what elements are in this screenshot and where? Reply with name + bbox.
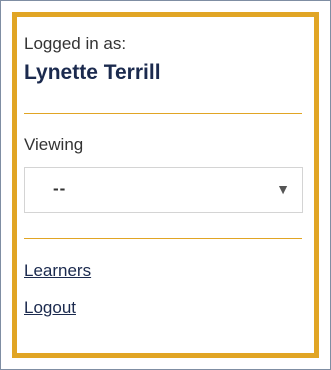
logged-in-label: Logged in as:: [24, 34, 127, 53]
triangle-down-icon: ▼: [276, 181, 290, 197]
logout-link[interactable]: Logout: [24, 298, 76, 318]
learners-link[interactable]: Learners: [24, 261, 91, 281]
viewing-label: Viewing: [24, 135, 84, 154]
viewing-select[interactable]: -- ▼: [24, 167, 303, 213]
user-name: Lynette Terrill: [24, 61, 161, 84]
divider: [24, 113, 302, 114]
divider: [24, 238, 302, 239]
viewing-select-value: --: [53, 179, 67, 198]
